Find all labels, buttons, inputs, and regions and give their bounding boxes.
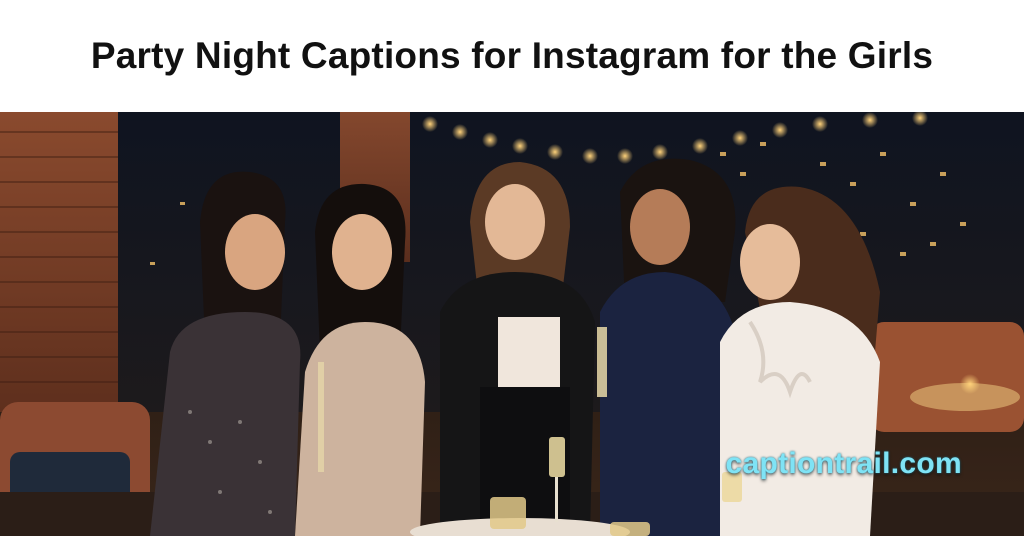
site-watermark: captiontrail.com [725, 447, 962, 480]
party-photo: captiontrail.com [0, 112, 1024, 536]
header-banner: Party Night Captions for Instagram for t… [0, 0, 1024, 112]
page-title: Party Night Captions for Instagram for t… [90, 35, 934, 76]
